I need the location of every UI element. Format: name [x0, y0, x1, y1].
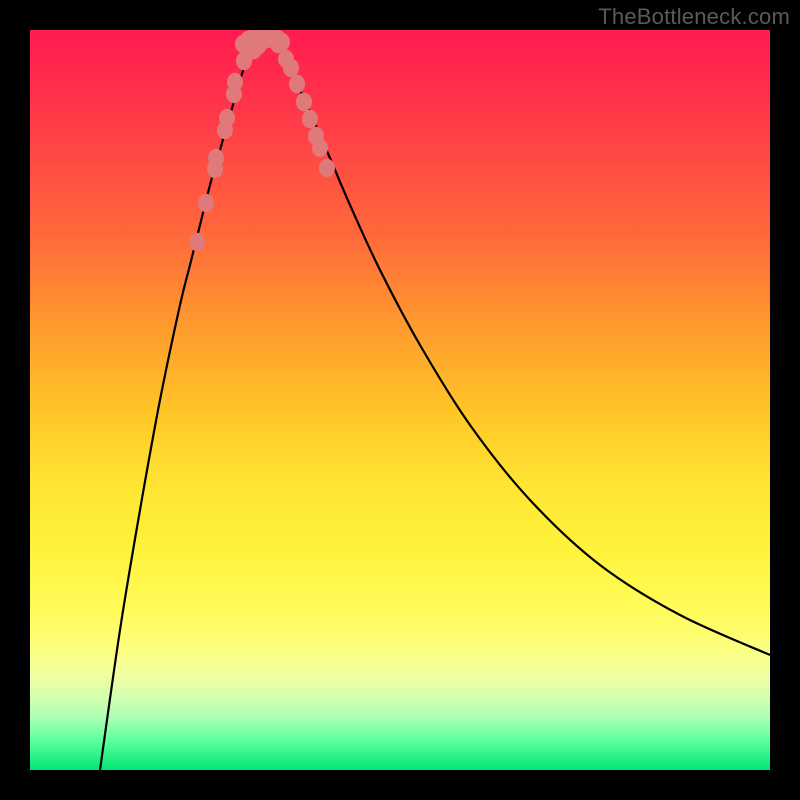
watermark-text: TheBottleneck.com	[598, 4, 790, 30]
chart-stage: TheBottleneck.com	[0, 0, 800, 800]
gradient-plot-area	[30, 30, 770, 770]
